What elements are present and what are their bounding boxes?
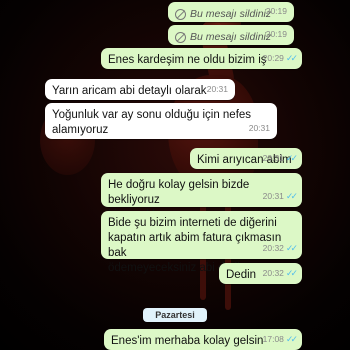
message-time: 20:19: [265, 29, 287, 39]
message-bubble-incoming[interactable]: Yarın aricam abi detaylı olarak 20:31: [45, 79, 235, 100]
message-meta: 20:31: [249, 121, 270, 136]
message-bubble-outgoing[interactable]: Dedin 20:32 ✓✓: [219, 263, 302, 284]
read-ticks-icon: ✓✓: [285, 334, 298, 344]
message-meta: 20:32 ✓✓: [262, 266, 298, 281]
message-time: 20:29: [262, 53, 284, 63]
message-time: 20:32: [262, 268, 284, 278]
message-time: 20:31: [248, 123, 270, 133]
message-bubble-outgoing[interactable]: Bide şu bizim interneti de diğerini kapa…: [101, 211, 302, 274]
message-meta: 20:19: [266, 27, 287, 42]
read-ticks-icon: ✓✓: [285, 191, 298, 201]
read-ticks-icon: ✓✓: [285, 53, 298, 63]
message-text: Bu mesajı sildiniz: [190, 31, 272, 43]
message-bubble-outgoing[interactable]: Enes kardeşim ne oldu bizim iş 20:29 ✓✓: [101, 48, 302, 69]
date-separator: Pazartesi: [143, 308, 207, 322]
message-time: 20:19: [265, 6, 287, 16]
message-meta: 20:31: [207, 82, 228, 97]
message-meta: 20:31 ✓✓: [262, 189, 298, 204]
message-text: Bu mesajı sildiniz: [190, 8, 272, 20]
read-ticks-icon: ✓✓: [285, 153, 298, 163]
message-text: Yarın aricam abi detaylı olarak: [52, 85, 207, 97]
message-time: 20:31: [206, 84, 228, 94]
read-ticks-icon: ✓✓: [285, 268, 298, 278]
message-time: 20:31: [262, 153, 284, 163]
message-bubble-incoming[interactable]: Yoğunluk var ay sonu olduğu için nefes a…: [45, 103, 277, 139]
chat-thread: Bu mesajı sildiniz 20:19 Bu mesajı sildi…: [0, 0, 350, 350]
read-ticks-icon: ✓✓: [285, 243, 298, 253]
message-time: 20:32: [262, 243, 284, 253]
message-meta: 20:29 ✓✓: [262, 51, 298, 66]
message-bubble-outgoing[interactable]: He doğru kolay gelsin bizde bekliyoruz b…: [101, 173, 302, 221]
message-time: 20:31: [262, 191, 284, 201]
message-meta: 20:31 ✓✓: [262, 151, 298, 166]
message-meta: 20:32 ✓✓: [262, 241, 298, 256]
message-meta: 20:19: [266, 4, 287, 19]
message-time: 17:08: [262, 334, 284, 344]
message-text: Yoğunluk var ay sonu olduğu için nefes a…: [52, 109, 252, 136]
message-meta: 17:08 ✓✓: [262, 332, 298, 347]
message-bubble-deleted[interactable]: Bu mesajı sildiniz 20:19: [168, 2, 294, 22]
message-bubble-outgoing[interactable]: Enes'im merhaba kolay gelsin 17:08 ✓✓: [104, 329, 302, 350]
message-bubble-deleted[interactable]: Bu mesajı sildiniz 20:19: [168, 25, 294, 45]
message-bubble-outgoing[interactable]: Kimi arıyıcan abim 20:31 ✓✓: [190, 148, 302, 169]
deleted-icon: [175, 9, 186, 20]
deleted-icon: [175, 32, 186, 43]
